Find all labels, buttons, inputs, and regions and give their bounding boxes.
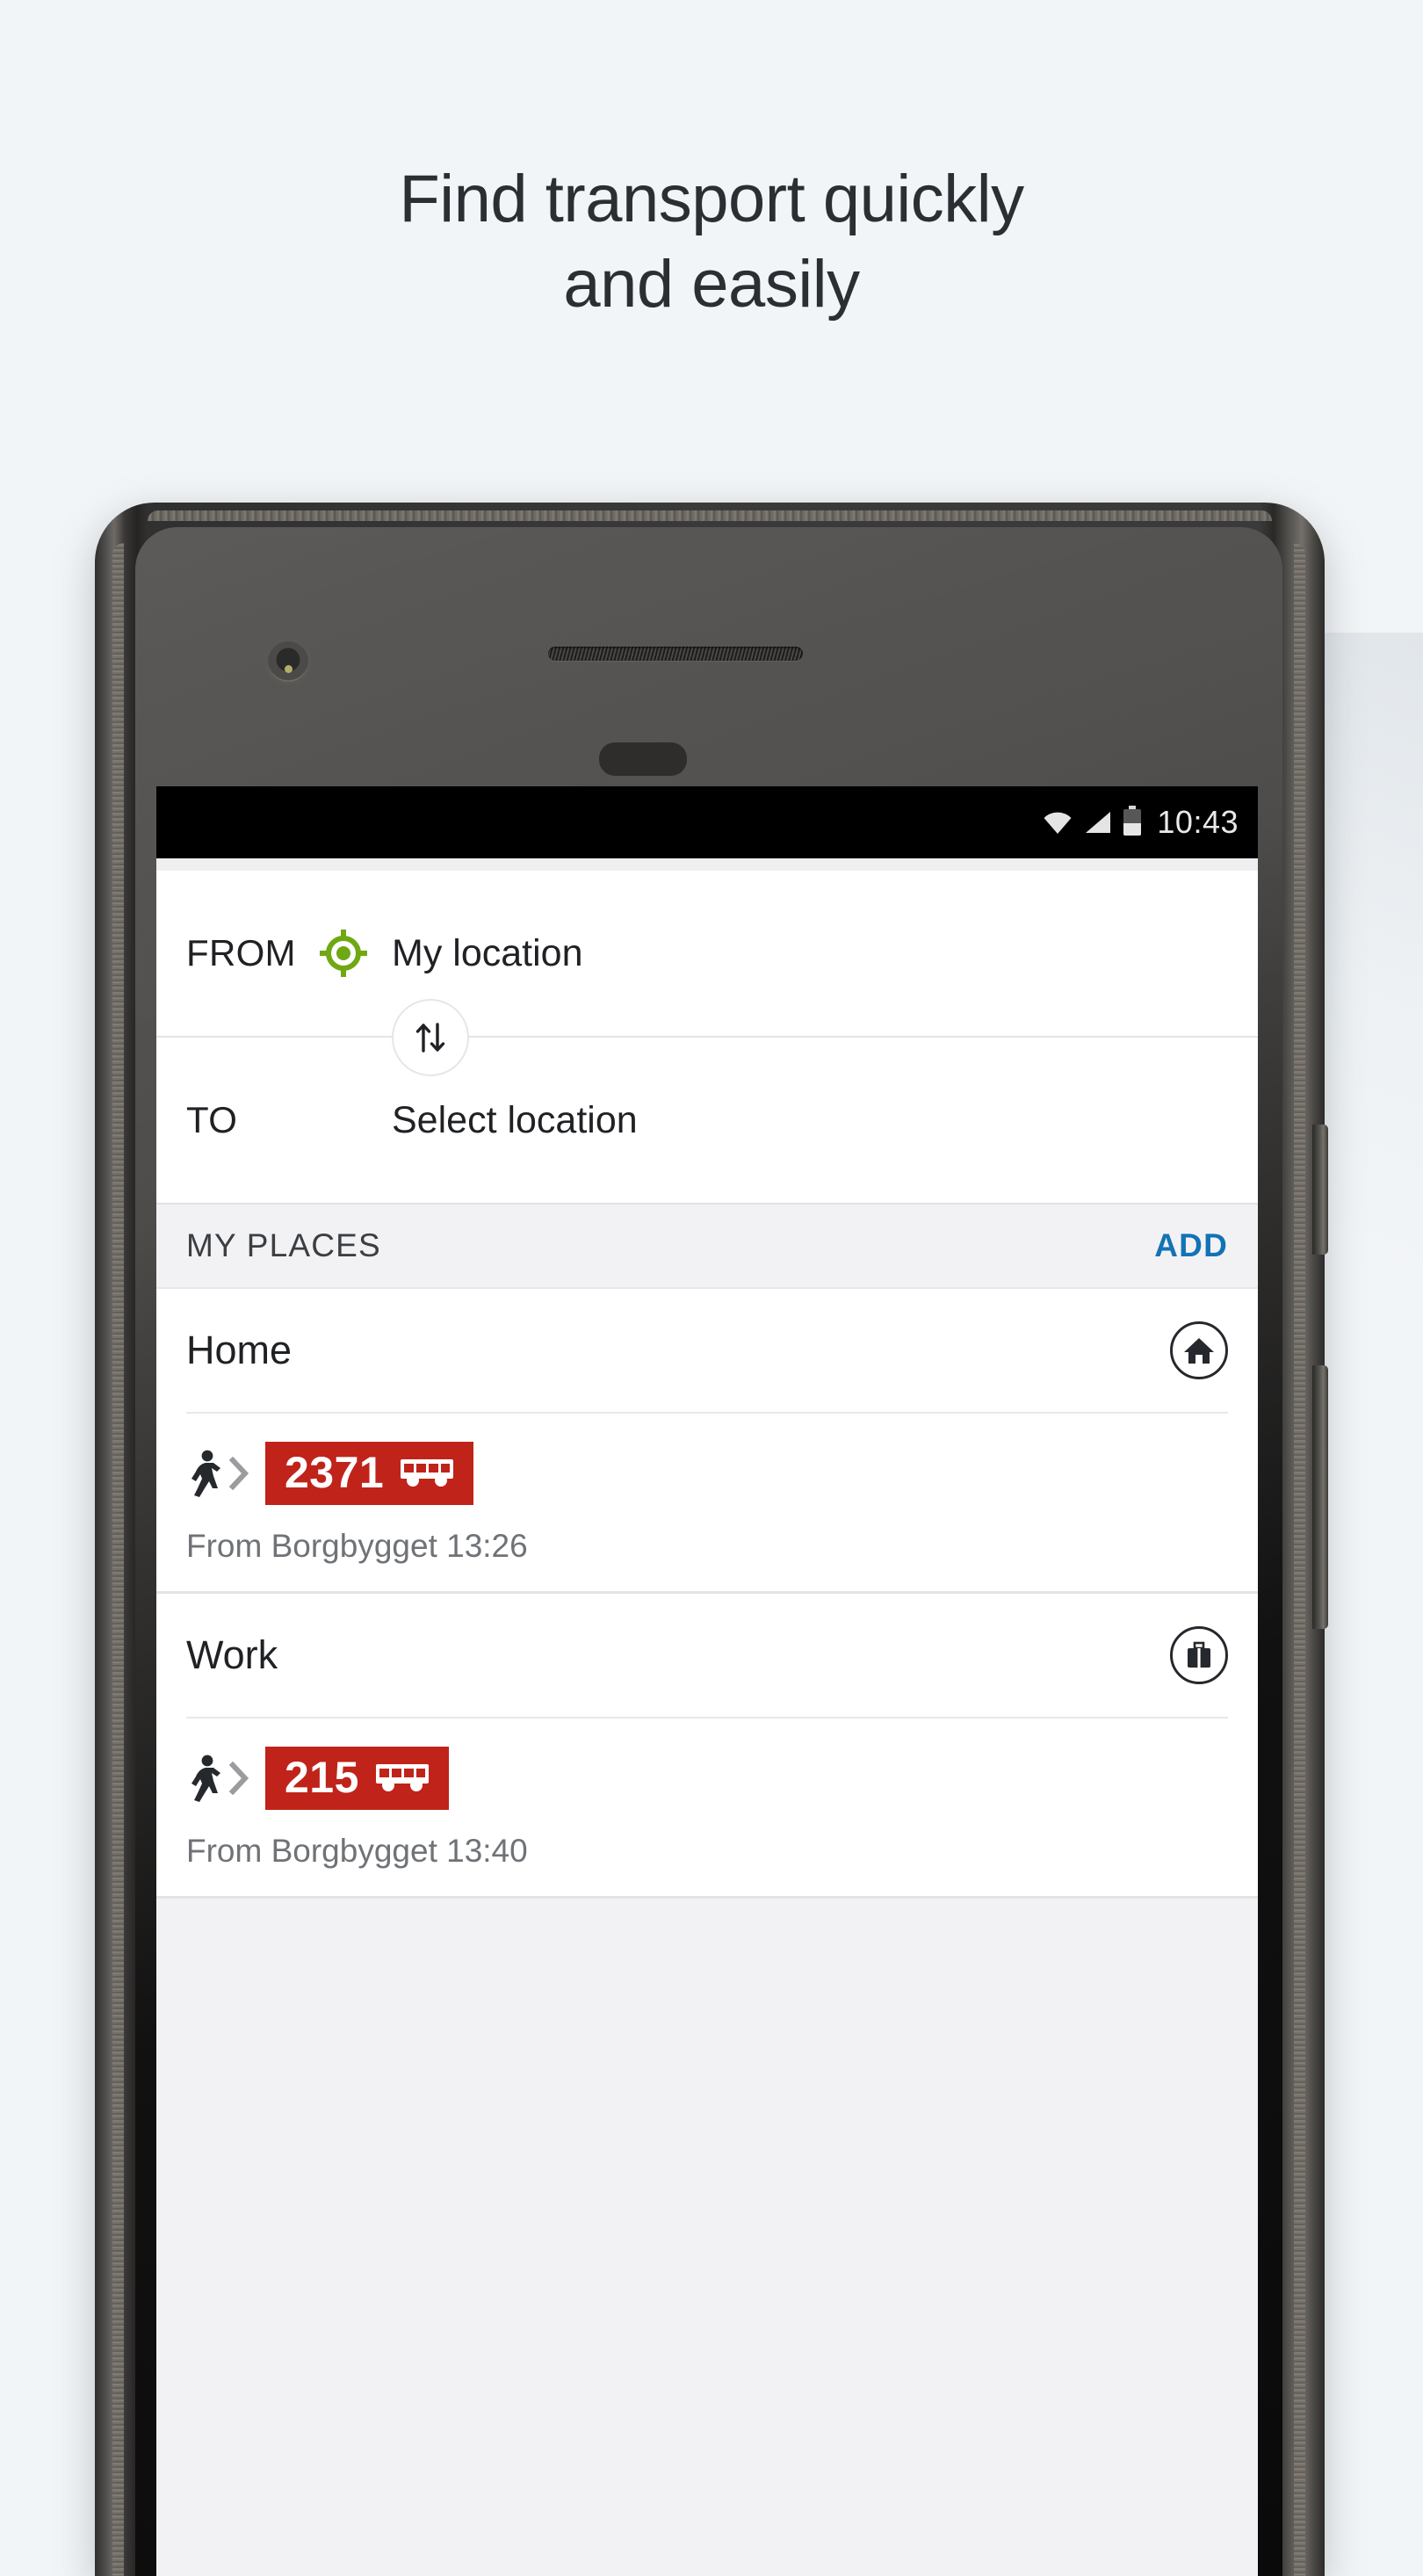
wifi-icon — [1044, 812, 1072, 834]
list-item[interactable]: Home — [156, 1289, 1258, 1412]
gps-crosshair-icon — [320, 930, 367, 977]
status-bar: 10:43 — [156, 786, 1258, 858]
status-bar-clock: 10:43 — [1157, 804, 1239, 840]
phone-screen: 10:43 FROM My location TO Select locatio… — [156, 786, 1258, 2576]
chevron-right-icon — [228, 1762, 249, 1795]
phone-mockup: 10:43 FROM My location TO Select locatio… — [95, 503, 1328, 2576]
walking-person-icon — [191, 1755, 220, 1802]
walking-person-icon — [191, 1450, 220, 1497]
trip-row[interactable]: 2371 — [156, 1414, 1258, 1505]
place-name: Home — [186, 1328, 293, 1372]
line-number: 2371 — [285, 1448, 385, 1497]
headline-line-1: Find transport quickly — [399, 162, 1024, 236]
place-block-work: Work 215 From Borgbygget 13:40 — [156, 1594, 1258, 1896]
swap-arrows-icon — [415, 1023, 445, 1053]
to-row[interactable]: TO Select location — [156, 1038, 1258, 1203]
list-item[interactable]: Work — [156, 1594, 1258, 1717]
volume-rocker[interactable] — [1312, 1365, 1328, 1629]
from-value: My location — [392, 931, 583, 974]
phone-rim-right — [1294, 543, 1305, 2576]
briefcase-icon[interactable] — [1170, 1626, 1228, 1684]
promo-headline: Find transport quickly and easily — [0, 156, 1423, 328]
power-button[interactable] — [1312, 1125, 1328, 1255]
screen-empty-area — [156, 1899, 1258, 2576]
line-badge[interactable]: 2371 — [265, 1442, 474, 1505]
home-icon[interactable] — [1170, 1321, 1228, 1379]
earpiece-speaker-icon — [548, 647, 803, 661]
status-bar-underline — [156, 858, 1258, 871]
bus-icon — [375, 1764, 429, 1791]
phone-rim-left — [112, 543, 124, 2576]
camera-icon — [265, 639, 311, 684]
proximity-sensor-icon — [599, 742, 687, 776]
my-places-title: MY PLACES — [186, 1227, 381, 1263]
trip-departure: From Borgbygget 13:26 — [186, 1528, 528, 1564]
journey-search-form: FROM My location TO Select location — [156, 871, 1258, 1203]
headline-line-2: and easily — [563, 247, 860, 322]
add-place-button[interactable]: ADD — [1154, 1227, 1228, 1264]
battery-icon — [1123, 806, 1142, 836]
chevron-right-icon — [228, 1457, 249, 1490]
swap-locations-button[interactable] — [392, 999, 469, 1076]
to-label: TO — [186, 1099, 238, 1140]
from-label: FROM — [186, 932, 296, 973]
trip-row[interactable]: 215 — [156, 1719, 1258, 1810]
place-name: Work — [186, 1632, 278, 1677]
line-number: 215 — [285, 1753, 359, 1802]
trip-departure: From Borgbygget 13:40 — [186, 1833, 528, 1869]
my-places-header: MY PLACES ADD — [156, 1203, 1258, 1289]
phone-rim-top — [148, 510, 1272, 521]
line-badge[interactable]: 215 — [265, 1747, 449, 1810]
from-row[interactable]: FROM My location — [156, 871, 1258, 1036]
cellular-signal-icon — [1086, 812, 1111, 833]
bus-icon — [401, 1459, 454, 1487]
to-value: Select location — [392, 1098, 638, 1141]
place-block-home: Home 2371 From Borgbygget 13:26 — [156, 1289, 1258, 1591]
